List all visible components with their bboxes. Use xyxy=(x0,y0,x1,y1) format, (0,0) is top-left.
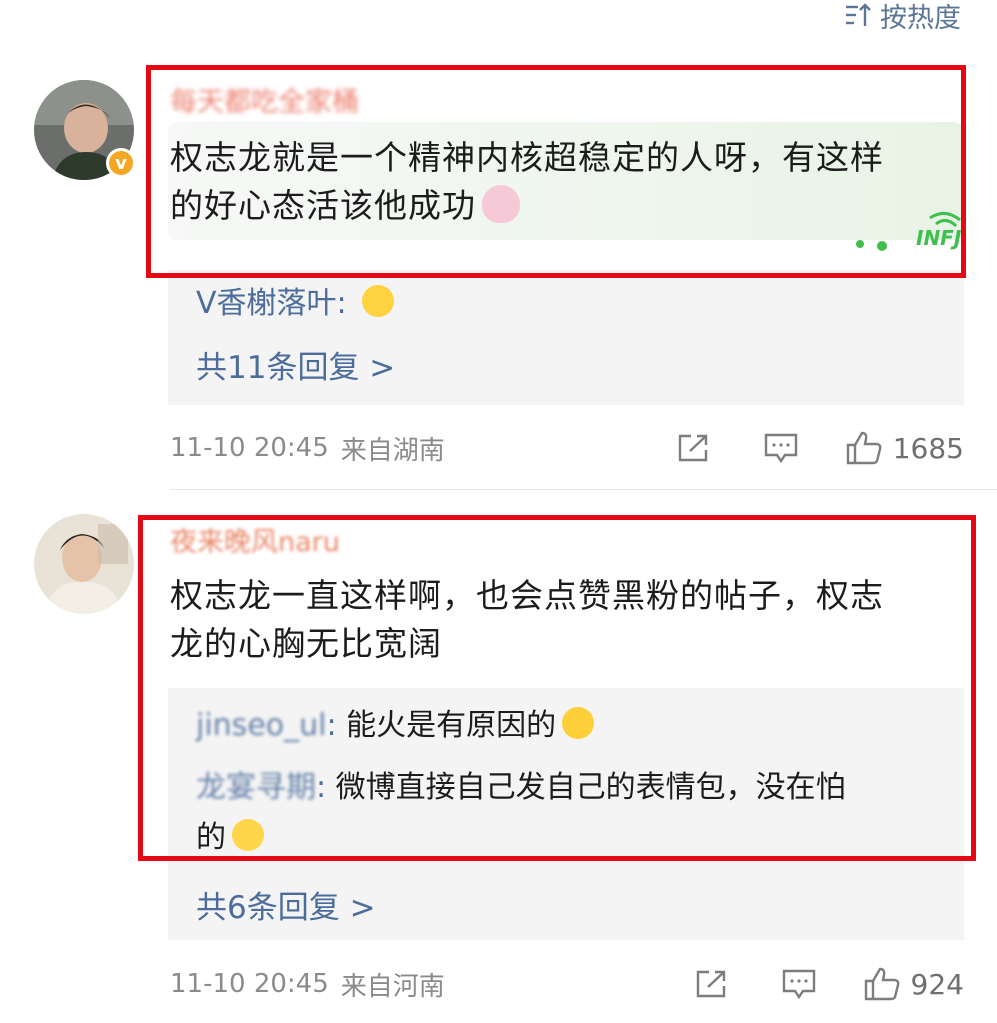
thumbs-up-icon xyxy=(846,431,882,465)
comment-source: 来自湖南 xyxy=(340,435,445,466)
reply-item[interactable]: 龙宴寻期: 微博直接自己发自己的表情包，没在怕 xyxy=(196,766,846,810)
comment-text: 权志龙就是一个精神内核超稳定的人呀，有这样 的好心态活该他成功 xyxy=(170,134,884,230)
like-button[interactable]: 924 xyxy=(863,966,964,1002)
comment-button[interactable] xyxy=(781,968,817,1000)
reply-item[interactable]: jinseo_ul: 能火是有原因的 xyxy=(196,704,595,748)
comment-text-line: 权志龙就是一个精神内核超稳定的人呀，有这样 xyxy=(170,138,884,177)
comment-text-line: 的好心态活该他成功 xyxy=(170,186,476,225)
more-replies-link[interactable]: 共11条回复 > xyxy=(196,342,395,387)
share-icon xyxy=(696,970,725,998)
comment-time: 11-10 20:45 xyxy=(170,969,329,999)
comment-button[interactable] xyxy=(763,432,799,464)
verified-badge-icon: v xyxy=(106,148,136,178)
comment-divider xyxy=(170,489,997,490)
reply-text: 微博直接自己发自己的表情包，没在怕 xyxy=(335,770,846,805)
avatar[interactable]: v xyxy=(34,80,136,180)
reply-username[interactable]: jinseo_ul xyxy=(196,708,326,743)
share-button[interactable] xyxy=(677,433,711,463)
avatar[interactable] xyxy=(34,514,134,614)
comment-icon xyxy=(764,433,797,464)
comment-text-line: 权志龙一直这样啊，也会点赞黑粉的帖子，权志 xyxy=(170,576,884,615)
more-replies-link[interactable]: 共6条回复 > xyxy=(196,882,376,927)
share-button[interactable] xyxy=(695,969,729,999)
blush-emoji-icon xyxy=(232,819,264,851)
comment-text: 权志龙一直这样啊，也会点赞黑粉的帖子，权志 龙的心胸无比宽阔 xyxy=(170,572,884,668)
reply-username[interactable]: 龙宴寻期 xyxy=(196,770,316,805)
reply-item[interactable]: V香榭落叶: xyxy=(196,282,395,326)
reply-username[interactable]: V香榭落叶 xyxy=(196,286,337,321)
reply-text: 的 xyxy=(196,820,226,855)
comment-icon xyxy=(782,969,815,1000)
comment-username[interactable]: 夜来晚风naru xyxy=(170,520,340,559)
sort-icon xyxy=(846,3,871,26)
like-button[interactable]: 1685 xyxy=(845,430,964,466)
kiss-emoji-icon xyxy=(562,707,595,739)
comment-meta: 11-10 20:45 来自河南 924 xyxy=(170,964,964,1004)
bunny-emoji-icon xyxy=(482,185,520,223)
thumbs-up-icon xyxy=(864,967,899,1001)
like-count: 1685 xyxy=(892,431,964,465)
like-count: 924 xyxy=(910,967,964,1001)
mbti-card-badge: INFJ xyxy=(850,208,974,258)
comment-source: 来自河南 xyxy=(340,971,445,1002)
laugh-cry-emoji-icon xyxy=(362,285,395,317)
reply-box: V香榭落叶: 共11条回复 > xyxy=(168,270,964,405)
comment-time: 11-10 20:45 xyxy=(170,433,329,463)
avatar-image xyxy=(34,514,134,614)
comment-username[interactable]: 每天都吃全家桶 xyxy=(170,80,359,119)
reply-item-continued: 的 xyxy=(196,816,264,860)
card-badge-text: INFJ xyxy=(916,226,962,250)
comment-text-line: 龙的心胸无比宽阔 xyxy=(170,624,442,663)
share-icon xyxy=(678,434,707,462)
sort-label: 按热度 xyxy=(880,2,961,34)
reply-text: 能火是有原因的 xyxy=(346,708,557,743)
comment-meta: 11-10 20:45 来自湖南 1685 xyxy=(170,428,964,468)
sort-by-hot-button[interactable]: 按热度 xyxy=(844,0,961,34)
reply-box: jinseo_ul: 能火是有原因的 龙宴寻期: 微博直接自己发自己的表情包，没… xyxy=(168,688,964,940)
